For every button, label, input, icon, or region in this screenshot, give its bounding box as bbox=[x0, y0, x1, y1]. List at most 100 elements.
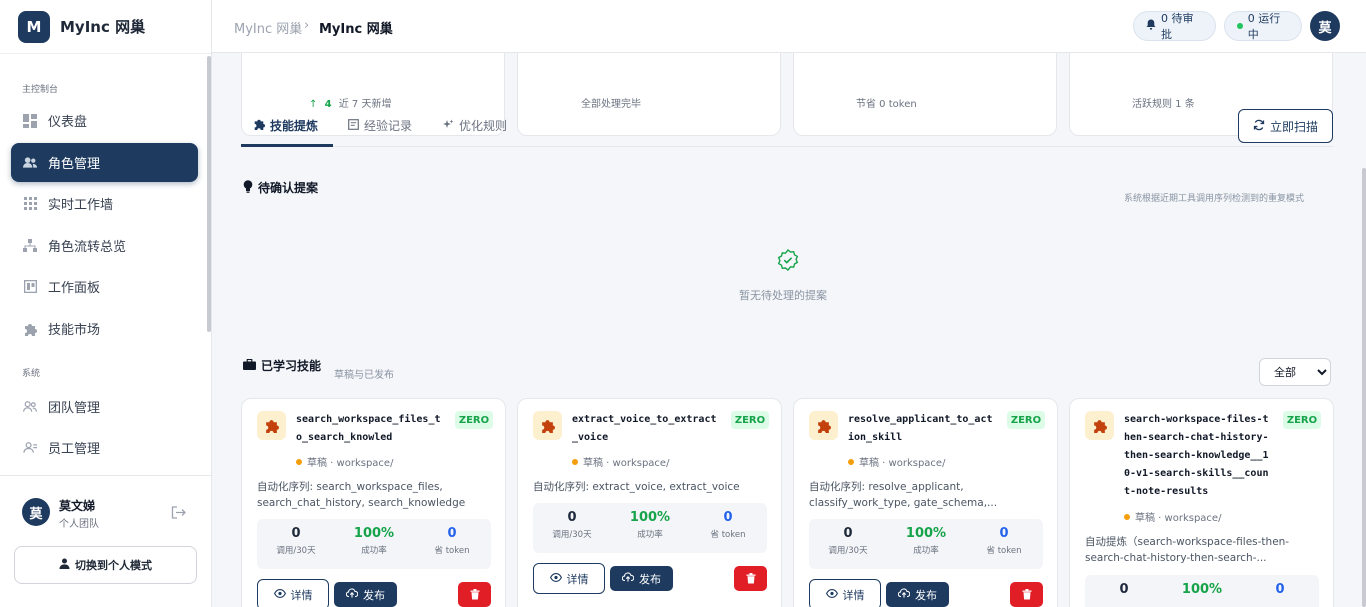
sidebar-item-staff[interactable]: 员工管理 bbox=[11, 428, 198, 467]
staff-icon bbox=[23, 441, 37, 455]
tab-active-indicator bbox=[241, 144, 333, 147]
calls-caption: 调用/30天 bbox=[276, 546, 316, 556]
saved-value: 0 bbox=[447, 526, 457, 541]
breadcrumb-root[interactable]: MyInc 网巢 bbox=[234, 18, 302, 37]
tab-optimization-rules[interactable]: 优化规则 bbox=[443, 117, 507, 134]
switch-personal-mode-button[interactable]: 切换到个人模式 bbox=[14, 546, 197, 584]
stat-calls: 0 bbox=[1085, 575, 1163, 597]
rate-value: 100% bbox=[353, 526, 395, 541]
stat-saved: 0 省 token bbox=[413, 519, 491, 556]
skill-card[interactable]: search_workspace_files_to_search_knowled… bbox=[241, 398, 506, 607]
skill-status-text: 草稿 · workspace/ bbox=[307, 458, 394, 469]
calls-caption: 调用/30天 bbox=[552, 530, 592, 540]
grid-icon bbox=[23, 197, 37, 211]
skill-status-text: 草稿 · workspace/ bbox=[1135, 513, 1222, 524]
tab-experience-log[interactable]: 经验记录 bbox=[348, 117, 412, 134]
publish-button[interactable]: 发布 bbox=[610, 566, 673, 591]
skill-sequence: 自动化序列: search_workspace_files, search_ch… bbox=[257, 481, 466, 509]
stat-card-sub: 活跃规则 1 条 bbox=[1132, 99, 1195, 110]
stat-rate: 100% 成功率 bbox=[887, 519, 965, 556]
main-scrollbar[interactable] bbox=[1362, 168, 1366, 607]
skill-sequence: 自动化序列: resolve_applicant, classify_work_… bbox=[809, 481, 998, 509]
check-shield-icon bbox=[777, 249, 799, 275]
lightbulb-icon bbox=[243, 179, 253, 196]
sidebar-item-label: 员工管理 bbox=[48, 442, 101, 457]
pending-title-text: 待确认提案 bbox=[258, 181, 319, 195]
running-status-pill[interactable]: 0 运行中 bbox=[1224, 11, 1302, 41]
stat-rate: 100% 成功率 bbox=[611, 503, 689, 540]
detail-button[interactable]: 详情 bbox=[533, 563, 605, 594]
header-avatar[interactable]: 莫 bbox=[1310, 11, 1340, 41]
sidebar-item-label: 工作面板 bbox=[48, 281, 101, 296]
skill-name: extract_voice_to_extract_voice bbox=[572, 414, 717, 443]
saved-caption: 省 token bbox=[986, 546, 1022, 556]
eye-icon bbox=[273, 588, 286, 601]
sidebar-item-flow[interactable]: 角色流转总览 bbox=[11, 226, 198, 265]
skill-card[interactable]: search-workspace-files-then-search-chat-… bbox=[1069, 398, 1334, 607]
sidebar-scrollbar[interactable] bbox=[207, 56, 211, 332]
upload-cloud-icon bbox=[621, 572, 635, 585]
sidebar-item-dashboard[interactable]: 仪表盘 bbox=[11, 101, 198, 140]
detail-label: 详情 bbox=[842, 588, 865, 602]
detail-button[interactable]: 详情 bbox=[809, 579, 881, 607]
stat-saved: 0 省 token bbox=[965, 519, 1043, 556]
skill-name: resolve_applicant_to_action_skill bbox=[848, 414, 993, 443]
skill-name: search-workspace-files-then-search-chat-… bbox=[1124, 414, 1269, 497]
sidebar-item-roles[interactable]: 角色管理 bbox=[11, 143, 198, 182]
tab-label: 经验记录 bbox=[364, 119, 413, 133]
sidebar-item-team[interactable]: 团队管理 bbox=[11, 387, 198, 426]
zero-badge: ZERO bbox=[455, 411, 493, 429]
publish-button[interactable]: 发布 bbox=[886, 582, 949, 607]
eye-icon bbox=[825, 588, 838, 601]
rate-caption: 成功率 bbox=[361, 546, 387, 556]
sparkle-icon bbox=[443, 119, 454, 133]
calls-value: 0 bbox=[1119, 582, 1129, 597]
detail-button[interactable]: 详情 bbox=[257, 579, 329, 607]
sidebar-item-label: 仪表盘 bbox=[48, 115, 88, 130]
stat-card-sub: 节省 0 token bbox=[856, 99, 917, 110]
scan-now-label: 立即扫描 bbox=[1269, 119, 1318, 134]
user-avatar[interactable]: 莫 bbox=[22, 498, 50, 526]
skill-name: search_workspace_files_to_search_knowled bbox=[296, 414, 441, 443]
detail-label: 详情 bbox=[290, 588, 313, 602]
skill-stats: 0 调用/30天 100% 成功率 0 省 token bbox=[809, 519, 1043, 569]
rate-caption: 成功率 bbox=[637, 530, 663, 540]
logout-icon[interactable] bbox=[171, 504, 186, 523]
flow-icon bbox=[23, 239, 37, 253]
zero-badge: ZERO bbox=[1007, 411, 1045, 429]
skill-card[interactable]: extract_voice_to_extract_voice ZERO 草稿 ·… bbox=[517, 398, 782, 607]
tab-skill-extraction[interactable]: 技能提炼 bbox=[253, 117, 318, 134]
brand[interactable]: M MyInc 网巢 bbox=[0, 0, 211, 54]
stat-card-sub: ↑ 4 近 7 天新增 bbox=[309, 95, 391, 110]
delete-button[interactable] bbox=[1010, 582, 1043, 607]
notes-icon bbox=[348, 118, 359, 133]
saved-value: 0 bbox=[1275, 582, 1285, 597]
skill-status-text: 草稿 · workspace/ bbox=[583, 458, 670, 469]
sidebar-item-board[interactable]: 工作面板 bbox=[11, 267, 198, 306]
tab-label: 技能提炼 bbox=[270, 119, 319, 133]
sidebar-item-label: 角色管理 bbox=[48, 157, 101, 172]
draft-dot-icon bbox=[848, 458, 854, 465]
delete-button[interactable] bbox=[458, 582, 491, 607]
top-header: MyInc 网巢 › MyInc 网巢 0 待审批 0 运行中 莫 bbox=[212, 0, 1366, 53]
skill-status: 草稿 · workspace/ bbox=[296, 454, 393, 469]
pending-section-title: 待确认提案 bbox=[243, 179, 318, 196]
skill-status: 草稿 · workspace/ bbox=[848, 454, 945, 469]
delete-button[interactable] bbox=[734, 566, 767, 591]
pending-approval-pill[interactable]: 0 待审批 bbox=[1133, 11, 1216, 41]
publish-button[interactable]: 发布 bbox=[334, 582, 397, 607]
user-name: 莫文娣 bbox=[59, 499, 96, 513]
draft-dot-icon bbox=[1124, 513, 1130, 520]
scan-now-button[interactable]: 立即扫描 bbox=[1238, 109, 1333, 143]
pending-empty-text: 暂无待处理的提案 bbox=[739, 289, 827, 302]
upload-cloud-icon bbox=[897, 588, 911, 601]
trash-icon bbox=[746, 569, 756, 588]
users-icon bbox=[23, 156, 37, 170]
skill-card[interactable]: resolve_applicant_to_action_skill ZERO 草… bbox=[793, 398, 1058, 607]
skill-filter-select[interactable]: 全部 bbox=[1259, 358, 1331, 386]
board-icon bbox=[23, 280, 37, 294]
learned-subtitle: 草稿与已发布 bbox=[334, 370, 394, 381]
sidebar-item-wall[interactable]: 实时工作墙 bbox=[11, 184, 198, 223]
stat-saved: 0 bbox=[1241, 575, 1319, 597]
sidebar-item-market[interactable]: 技能市场 bbox=[11, 309, 198, 348]
